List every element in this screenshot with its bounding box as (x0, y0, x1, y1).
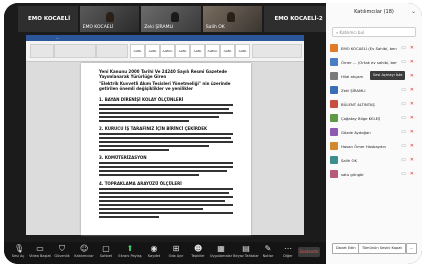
participant-name: Çağatay Bilge KELEŞ (341, 115, 381, 121)
end-meeting-button[interactable]: Sonlandır (298, 247, 320, 257)
participant-row[interactable]: satu güngör ▭ ✕ (330, 167, 418, 181)
mic-icon: 🎙 (14, 244, 25, 253)
mic-muted-icon: ✕ (409, 115, 414, 121)
participant-row[interactable]: Çağatay Bilge KELEŞ ▭ ✕ (330, 111, 418, 125)
apps-button[interactable]: ▦ Uygulamalar (207, 244, 235, 259)
mic-muted-icon: ✕ (409, 101, 414, 107)
camera-off-icon: ▭ (401, 171, 406, 177)
avatar (330, 170, 338, 178)
participant-row[interactable]: Hasan Ömer Hasbaydın ▭ ✕ (330, 139, 418, 153)
avatar (330, 100, 338, 108)
camera-off-icon: ▭ (401, 157, 406, 163)
more-icon: ⋯ (284, 244, 292, 253)
participant-row[interactable]: Hilal akçam (Ben) Sesi Açmayı İste ✕ (330, 69, 418, 83)
meeting-main-area: EMO KOCAELİ EMO KOCAELİ Zeki ŞİRAMLI Sal… (4, 3, 327, 264)
participant-row[interactable]: Salih OK ▭ ✕ (330, 153, 418, 167)
thumbnail-name: EMO KOCAELİ-2 (274, 16, 323, 22)
participant-row[interactable]: Ömer … (Ortak ev sahibi, ben) ▭ ✕ (330, 55, 418, 69)
close-icon[interactable]: ⌄ (411, 8, 416, 15)
camera-off-icon: ▭ (401, 101, 406, 107)
record-icon: ◉ (150, 244, 158, 253)
document-section: 2. KURUCU İŞ TARAFINIZ İÇİN BİRİNCİ ÇEKİ… (99, 126, 208, 131)
video-thumbnail-strip: EMO KOCAELİ EMO KOCAELİ Zeki ŞİRAMLI Sal… (18, 6, 327, 32)
participant-row[interactable]: Zeki ŞİRAMLI ▭ ✕ (330, 83, 418, 97)
chat-icon: ▢ (102, 244, 110, 253)
mic-muted-icon: ✕ (409, 73, 414, 79)
participant-name: Salih OK (341, 157, 357, 163)
breakout-icon: ⊞ (172, 244, 180, 253)
video-thumbnail[interactable]: Salih OK (202, 6, 263, 32)
mic-muted-icon: ✕ (409, 171, 414, 177)
mic-muted-icon: ✕ (409, 129, 414, 135)
thumbnail-name: Salih OK (205, 25, 225, 30)
thumbnail-name: EMO KOCAELİ (28, 16, 71, 22)
document-heading: Yeni Kanunu 2000 Tarihi Ve 24240 Sayılı … (99, 69, 228, 79)
participant-name: Hasan Ömer Hasbaydın (341, 143, 386, 149)
participant-search-input[interactable]: ⌕ Katılımcı bul (332, 27, 416, 37)
avatar (330, 142, 338, 150)
participant-row[interactable]: Gözde Aydoğan ▭ ✕ (330, 125, 418, 139)
notes-icon: ✎ (264, 244, 272, 253)
participant-name: Zeki ŞİRAMLI (341, 87, 366, 93)
shared-document-window: ... AaBb AaBb AaBbC AaBb AaBb AaBbC AaBb… (26, 35, 304, 235)
mic-muted-icon: ✕ (409, 157, 414, 163)
mute-all-button[interactable]: Tümünün Sesini Kapat (358, 243, 406, 254)
participant-row[interactable]: BÜLENT ALTINTAŞ ▭ ✕ (330, 97, 418, 111)
participant-name: satu güngör (341, 171, 364, 177)
camera-off-icon: ▭ (401, 59, 406, 65)
avatar (330, 86, 338, 94)
whiteboard-icon: ▤ (242, 244, 250, 253)
mic-muted-icon: ✕ (409, 143, 414, 149)
avatar (330, 156, 338, 164)
camera-off-icon: ▭ (401, 45, 406, 51)
camera-off-icon: ▭ (401, 87, 406, 93)
video-thumbnail[interactable]: Zeki ŞİRAMLI (141, 6, 201, 32)
video-thumbnail[interactable]: EMO KOCAELİ-2 (264, 6, 327, 32)
video-thumbnail[interactable]: EMO KOCAELİ (79, 6, 140, 32)
document-section: 4. TOPRAKLAMA ARAYÜZÜ ÖLÇÜLERİ (99, 181, 182, 186)
participant-list: EMO KOCAELİ (Ev Sahibi, ben) ▭ ✕ Ömer … (… (330, 41, 418, 181)
document-ribbon: AaBb AaBb AaBbC AaBb AaBb AaBbC AaBb AaB… (26, 41, 304, 62)
panel-more-button[interactable]: ... (406, 243, 418, 254)
avatar (330, 72, 338, 80)
participants-icon: ☺ (80, 244, 89, 253)
participant-name: BÜLENT ALTINTAŞ (341, 101, 375, 107)
document-page: Yeni Kanunu 2000 Tarihi Ve 24240 Sayılı … (81, 63, 251, 235)
camera-off-icon: ▭ (401, 115, 406, 121)
camera-off-icon: ▭ (401, 129, 406, 135)
participant-name: Ömer … (Ortak ev sahibi, ben) (341, 59, 397, 65)
document-section: 3. KOMÜTERİZASYON (99, 155, 147, 160)
mic-muted-icon: ✕ (409, 59, 414, 65)
avatar (330, 114, 338, 122)
participant-name: Hilal akçam (Ben) (341, 73, 363, 79)
mic-muted-icon: ✕ (409, 45, 414, 51)
participant-name: EMO KOCAELİ (Ev Sahibi, ben) (341, 45, 397, 51)
video-thumbnail[interactable]: EMO KOCAELİ (18, 6, 78, 32)
document-subheading: "Elektrik Kuvvetli Akım Tesisleri Yönetm… (99, 81, 231, 91)
shield-icon: ⛉ (59, 244, 65, 253)
avatar (330, 44, 338, 52)
thumbnail-name: EMO KOCAELİ (82, 25, 114, 30)
participants-panel: Katılımcılar (18) ⌄ ⌕ Katılımcı bul EMO … (326, 3, 422, 264)
avatar (330, 58, 338, 66)
video-icon: ▭ (36, 244, 44, 253)
camera-off-icon: ▭ (401, 143, 406, 149)
reactions-icon: ☻ (194, 244, 203, 253)
participant-name: Gözde Aydoğan (341, 129, 371, 135)
apps-icon: ▦ (217, 244, 225, 253)
meeting-window: EMO KOCAELİ EMO KOCAELİ Zeki ŞİRAMLI Sal… (4, 3, 422, 264)
mic-muted-icon: ✕ (409, 87, 414, 93)
panel-title: Katılımcılar (18) (354, 9, 394, 15)
thumbnail-name: Zeki ŞİRAMLI (144, 25, 174, 30)
ask-to-unmute-button[interactable]: Sesi Açmayı İste (370, 71, 406, 80)
avatar (330, 128, 338, 136)
document-section: 1. BAYAN DİRENİŞİ KOLAY ÖLÇÜNLERİ (99, 97, 184, 102)
share-icon: ⬆ (126, 244, 134, 253)
participant-row[interactable]: EMO KOCAELİ (Ev Sahibi, ben) ▭ ✕ (330, 41, 418, 55)
invite-button[interactable]: Davet Edin (332, 243, 360, 254)
meeting-toolbar: 🎙 Sesi Aç ▭ Video Başlat ⛉ Güvenlik ☺ Katılı… (4, 242, 326, 264)
